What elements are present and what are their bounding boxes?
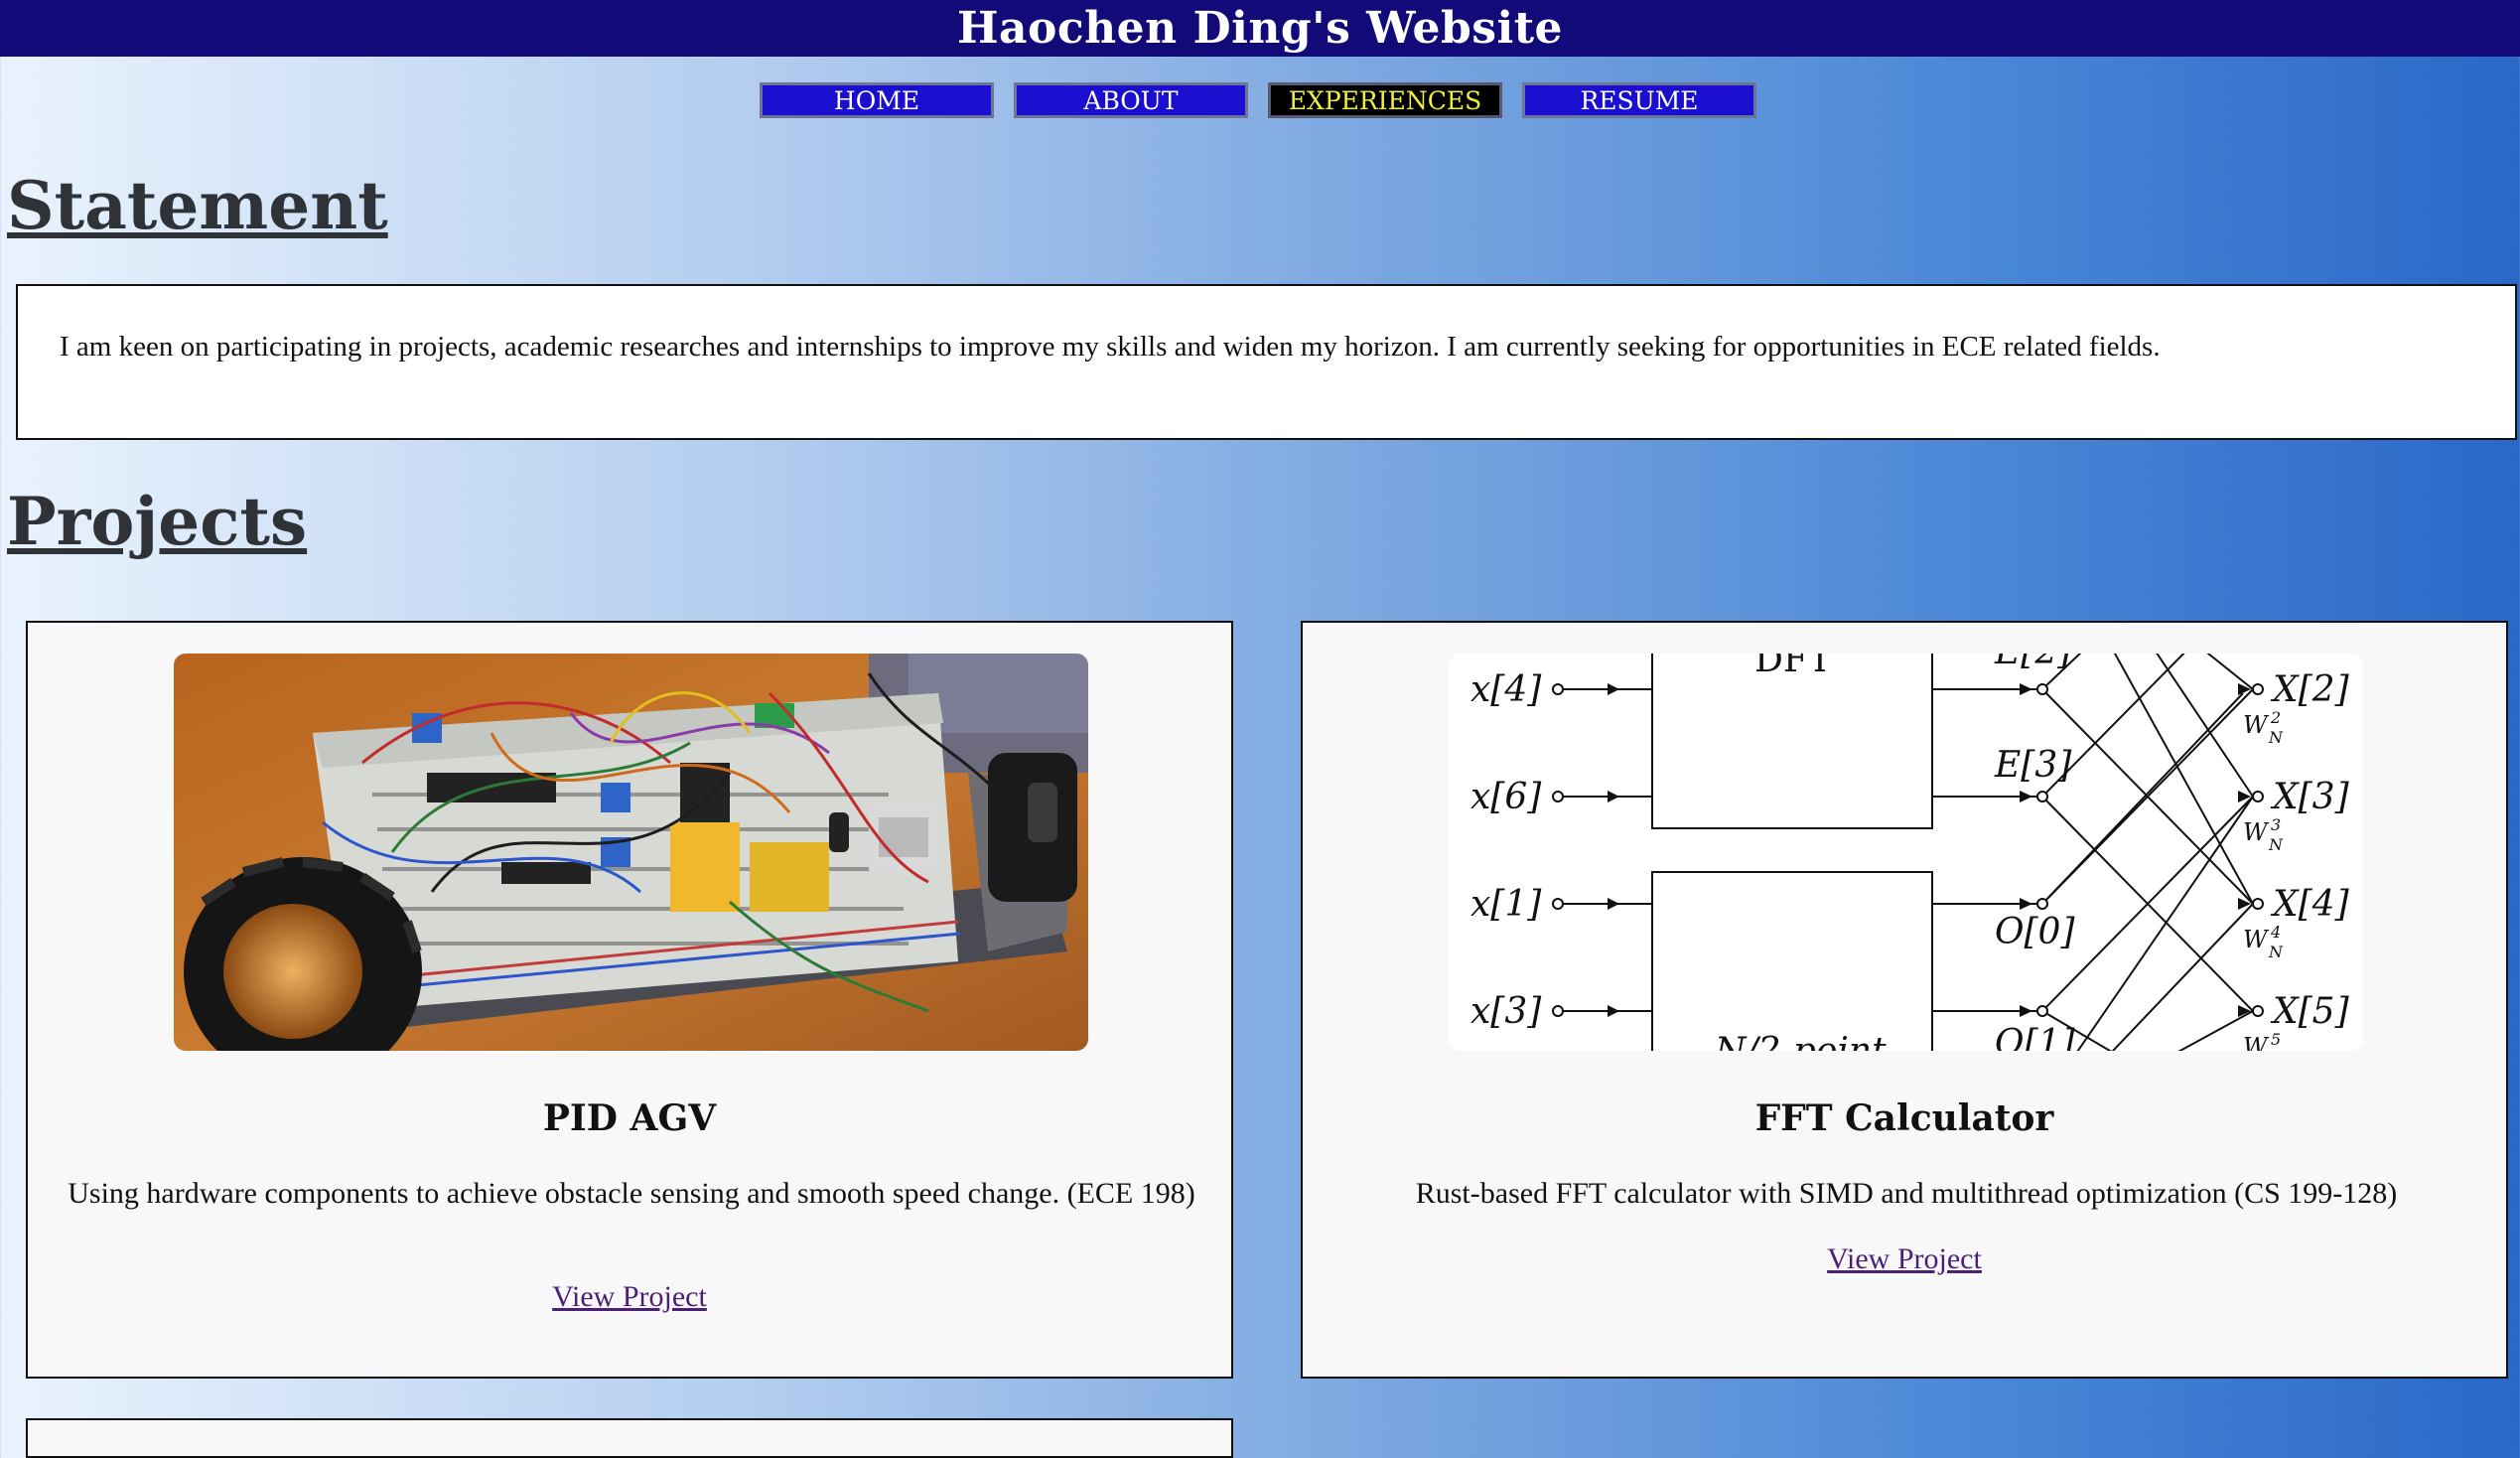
- project-description: Using hardware components to achieve obs…: [68, 1177, 1195, 1210]
- site-title: Haochen Ding's Website: [956, 3, 1564, 54]
- site-header: Haochen Ding's Website: [0, 0, 2520, 57]
- svg-text:3: 3: [2271, 815, 2281, 834]
- project-card-pid-agv: PID AGV Using hardware components to ach…: [26, 621, 1233, 1379]
- fft-butterfly-diagram: x[4] x[6] x[1] x[3] DFT N/2-point E[2] E…: [1449, 654, 2363, 1051]
- nav-about-button[interactable]: ABOUT: [1014, 82, 1248, 118]
- svg-text:N: N: [2268, 728, 2284, 747]
- project-title: PID AGV: [542, 1097, 717, 1139]
- statement-box: I am keen on participating in projects, …: [16, 284, 2517, 440]
- view-project-link[interactable]: View Project: [28, 1280, 1231, 1314]
- fft-output-label: X[4]: [2270, 884, 2350, 925]
- fft-input-label: x[4]: [1470, 669, 1542, 710]
- statement-heading: Statement: [7, 167, 388, 244]
- fft-block-top-label: DFT: [1754, 654, 1832, 680]
- nav-experiences-button[interactable]: EXPERIENCES: [1268, 82, 1502, 118]
- fft-output-label: X[5]: [2270, 991, 2350, 1032]
- view-project-link[interactable]: View Project: [1303, 1242, 2506, 1276]
- fft-block-bottom-label: N/2-point: [1714, 1031, 1887, 1051]
- fft-input-label: x[6]: [1470, 777, 1542, 817]
- svg-text:W: W: [2243, 1033, 2270, 1051]
- project-title: FFT Calculator: [1754, 1097, 2054, 1139]
- fft-mid-label: E[2]: [1994, 654, 2072, 672]
- svg-text:4: 4: [2270, 923, 2281, 942]
- fft-mid-label: O[1]: [1995, 1023, 2075, 1051]
- svg-text:W: W: [2243, 818, 2270, 846]
- svg-text:N: N: [2268, 943, 2284, 961]
- project-card-fft-calculator: x[4] x[6] x[1] x[3] DFT N/2-point E[2] E…: [1301, 621, 2508, 1379]
- fft-output-label: X[2]: [2270, 669, 2350, 710]
- statement-text: I am keen on participating in projects, …: [60, 331, 2161, 363]
- project-card-partial: [26, 1418, 1233, 1458]
- nav-resume-button[interactable]: RESUME: [1522, 82, 1756, 118]
- svg-text:5: 5: [2271, 1030, 2281, 1049]
- svg-text:2: 2: [2270, 708, 2281, 727]
- fft-output-label: X[3]: [2270, 777, 2350, 817]
- fft-input-label: x[3]: [1470, 991, 1542, 1032]
- nav-home-button[interactable]: HOME: [760, 82, 994, 118]
- fft-input-label: x[1]: [1470, 884, 1542, 925]
- fft-mid-label: E[3]: [1994, 745, 2072, 786]
- main-nav: HOME ABOUT EXPERIENCES RESUME: [760, 82, 1756, 118]
- fft-mid-label: O[0]: [1995, 912, 2075, 952]
- svg-text:N: N: [2268, 835, 2284, 854]
- svg-text:W: W: [2243, 926, 2270, 953]
- pid-agv-photo: [174, 654, 1088, 1051]
- project-description: Rust-based FFT calculator with SIMD and …: [1415, 1177, 2398, 1210]
- svg-text:W: W: [2243, 711, 2270, 739]
- projects-heading: Projects: [7, 483, 308, 560]
